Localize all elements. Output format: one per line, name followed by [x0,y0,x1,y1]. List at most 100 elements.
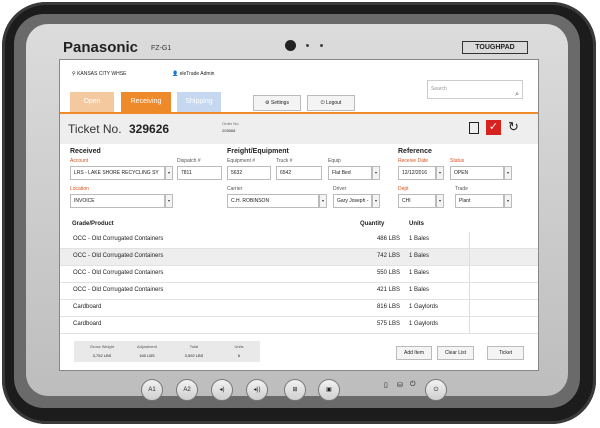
search-placeholder: Search [431,86,447,92]
table-row[interactable]: OCC - Old Corrugated Containers 550 LBS 1 … [60,266,538,283]
document-icon[interactable] [469,122,479,134]
location-field-label: Location [70,186,89,192]
column-divider [469,283,470,299]
model-label: FZ-G1 [151,45,172,52]
sensor-dot-icon [306,44,309,47]
product-cell: OCC - Old Corrugated Containers [73,270,164,276]
product-column-header: Grade/Product [72,221,114,227]
clear-list-button[interactable]: Clear List [437,346,474,360]
receive-date-label: Receive Date [398,158,429,164]
table-row[interactable]: OCC - Old Corrugated Containers 421 LBS 1 … [60,283,538,300]
units-cell: 1 Gaylords [409,321,439,327]
power-indicator-icon: ⏻ [410,381,416,388]
camera-icon [285,40,296,51]
user-label: eleTrade Admin [179,71,215,77]
storage-indicator-icon: ⛁ [397,382,403,389]
carrier-label: Carrier [227,186,243,192]
location-indicator[interactable]: ⚲ KANSAS CITY WHSE [72,71,126,77]
driver-field[interactable]: Gary Joseph - [333,194,372,208]
equip-field[interactable]: Flat Bed [328,166,372,180]
logout-label: Logout [326,100,342,106]
adjustment-value: 160 LBS [139,353,155,358]
logout-button[interactable]: ⏻ Logout [307,95,355,111]
column-divider [469,317,470,333]
column-divider [469,300,470,316]
search-input[interactable]: Search ⌕ [427,80,523,99]
received-heading: Received [70,148,101,155]
units-total-label: Units [234,344,244,349]
chevron-down-icon[interactable]: ▾ [504,194,512,208]
units-cell: 1 Bales [409,253,430,259]
hardware-button-a2[interactable]: A2 [176,379,198,401]
chevron-down-icon[interactable]: ▾ [165,194,173,208]
tab-shipping[interactable]: Shipping [177,92,221,112]
product-cell: OCC - Old Corrugated Containers [73,287,164,293]
quantity-cell: 486 LBS [376,236,400,242]
volume-up-icon[interactable]: ◂)) [246,379,268,401]
tab-receiving[interactable]: Receiving [121,92,171,112]
units-cell: 1 Bales [409,287,430,293]
windows-icon[interactable]: ⊞ [284,379,306,401]
chevron-down-icon[interactable]: ▾ [319,194,327,208]
chevron-down-icon[interactable]: ▾ [504,166,512,180]
location-label: KANSAS CITY WHSE [77,71,127,77]
battery-indicator-icon: ▯ [384,382,388,389]
units-cell: 1 Bales [409,236,430,242]
trade-field[interactable]: Plant [455,194,504,208]
equip-label: Equip [328,158,341,164]
table-row[interactable]: Cardboard 575 LBS 1 Gaylords [60,317,538,334]
account-label: Account [70,158,89,164]
product-cell: Cardboard [73,304,102,310]
tab-open[interactable]: Open [70,92,114,112]
quantity-cell: 421 LBS [376,287,400,293]
truck-label: Truck # [276,158,293,164]
dept-field[interactable]: CHI [398,194,436,208]
units-cell: 1 Bales [409,270,430,276]
checkbox-checked-icon[interactable]: ✓ [486,120,501,135]
location-field[interactable]: INVOICE [70,194,165,208]
table-row[interactable]: OCC - Old Corrugated Containers 742 LBS 1 … [60,249,538,266]
quantity-cell: 742 LBS [376,253,400,259]
dispatch-label: Dispatch # [177,158,201,164]
add-item-button[interactable]: Add Item [396,346,432,360]
order-number: 205568 [222,128,236,133]
ticket-header: Ticket No. 329626 Order No. 205568 ✓ ↻ [60,114,538,144]
reference-heading: Reference [398,148,432,155]
total-value: 3,592 LBS [184,353,204,358]
status-label: Status [450,158,465,164]
search-icon[interactable]: ⌕ [515,86,519,103]
chevron-down-icon[interactable]: ▾ [372,166,380,180]
truck-field[interactable]: 6542 [276,166,322,180]
chevron-down-icon[interactable]: ▾ [372,194,380,208]
settings-button[interactable]: ⚙ Settings [253,95,301,111]
chevron-down-icon[interactable]: ▾ [436,166,444,180]
equipment-field[interactable]: 5632 [227,166,271,180]
volume-down-icon[interactable]: ◂) [211,379,233,401]
dispatch-field[interactable]: 7811 [177,166,222,180]
top-bar: ⚲ KANSAS CITY WHSE 👤 eleTrade Admin Sear… [60,60,538,114]
power-button[interactable]: ⏻ [425,379,447,401]
total-label: Total [189,344,199,349]
user-indicator[interactable]: 👤 eleTrade Admin [172,71,214,77]
hardware-button-a1[interactable]: A1 [141,379,163,401]
column-divider [469,249,470,265]
ticket-button[interactable]: Ticket [487,346,524,360]
chevron-down-icon[interactable]: ▾ [165,166,173,180]
user-icon: 👤 [172,71,180,77]
refresh-icon[interactable]: ↻ [508,119,519,135]
quantity-cell: 575 LBS [376,321,400,327]
carrier-field[interactable]: C.H. ROBINSON [227,194,319,208]
quantity-cell: 816 LBS [376,304,400,310]
product-cell: Cardboard [73,321,102,327]
adjustment-label: Adjustment [136,344,157,349]
gross-weight-label: Gross Weight [89,344,115,349]
receive-date-field[interactable]: 12/12/2016 [398,166,436,180]
status-field[interactable]: OPEN [450,166,504,180]
lock-icon[interactable]: ▣ [318,379,340,401]
chevron-down-icon[interactable]: ▾ [436,194,444,208]
table-row[interactable]: Cardboard 816 LBS 1 Gaylords [60,300,538,317]
equipment-label: Equipment # [227,158,256,164]
account-field[interactable]: LRS - LAKE SHORE RECYCLING SY [70,166,165,180]
product-cell: OCC - Old Corrugated Containers [73,236,164,242]
table-row[interactable]: OCC - Old Corrugated Containers 486 LBS 1 … [60,232,538,249]
